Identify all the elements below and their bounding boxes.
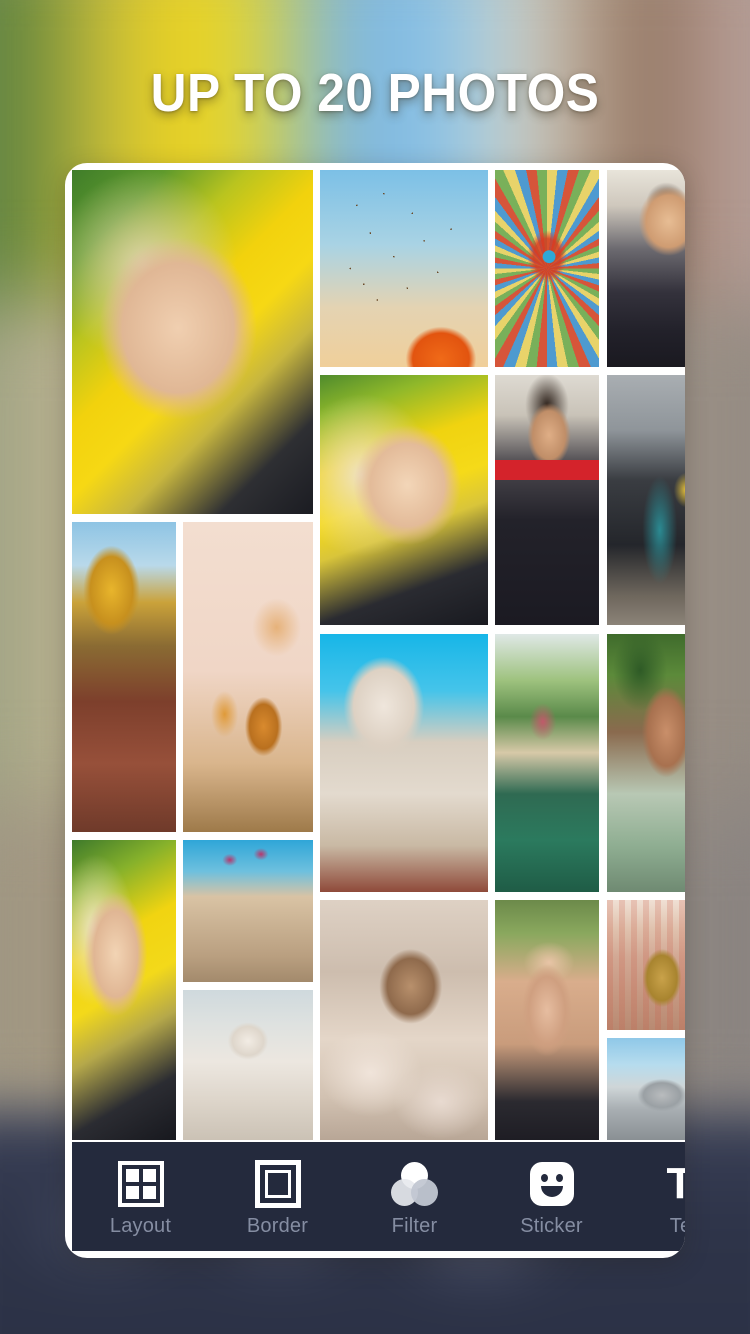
collage-photo-15[interactable]	[607, 634, 685, 892]
toolbar-label-border: Border	[246, 1215, 309, 1237]
photo-thumbnail	[183, 840, 313, 982]
photo-thumbnail	[495, 634, 599, 892]
collage-photo-10[interactable]	[72, 840, 176, 1140]
smiley-sticker-icon	[483, 1159, 620, 1209]
toolbar-label-filter: Filter	[391, 1215, 438, 1237]
border-frame-icon	[209, 1159, 346, 1209]
collage-photo-11[interactable]	[183, 840, 313, 982]
toolbar-item-filter[interactable]: Filter	[346, 1142, 483, 1238]
collage-photo-13[interactable]	[320, 634, 488, 892]
filter-circles-icon	[346, 1159, 483, 1209]
photo-thumbnail	[495, 170, 599, 367]
photo-thumbnail	[72, 522, 176, 832]
collage-photo-9[interactable]	[183, 522, 313, 832]
photo-thumbnail	[72, 840, 176, 1140]
photo-thumbnail	[607, 375, 685, 625]
collage-photo-19[interactable]	[607, 1038, 685, 1140]
collage-photo-6[interactable]	[495, 375, 599, 625]
collage-photo-2[interactable]	[320, 170, 488, 367]
photo-collage-grid[interactable]	[72, 170, 685, 1140]
photo-thumbnail	[495, 375, 599, 625]
collage-photo-7[interactable]	[607, 375, 685, 625]
photo-thumbnail	[320, 375, 488, 625]
photo-thumbnail	[495, 900, 599, 1140]
photo-thumbnail	[320, 900, 488, 1140]
layout-grid-icon	[72, 1159, 209, 1209]
photo-thumbnail	[72, 170, 313, 514]
photo-thumbnail	[607, 900, 685, 1030]
toolbar-label-sticker: Sticker	[520, 1215, 583, 1237]
collage-photo-18[interactable]	[607, 900, 685, 1030]
photo-thumbnail	[607, 1038, 685, 1140]
photo-thumbnail	[320, 170, 488, 367]
collage-photo-8[interactable]	[72, 522, 176, 832]
collage-photo-12[interactable]	[183, 990, 313, 1140]
collage-photo-4[interactable]	[607, 170, 685, 367]
photo-thumbnail	[607, 170, 685, 367]
toolbar-item-text[interactable]: TT Text	[620, 1142, 686, 1238]
collage-frame: Layout Border Filter Sticker TT	[65, 163, 685, 1258]
toolbar-item-layout[interactable]: Layout	[72, 1142, 209, 1238]
toolbar-item-sticker[interactable]: Sticker	[483, 1142, 620, 1238]
toolbar-item-border[interactable]: Border	[209, 1142, 346, 1238]
editor-toolbar[interactable]: Layout Border Filter Sticker TT	[72, 1142, 685, 1251]
collage-photo-3[interactable]	[495, 170, 599, 367]
text-tt-icon: TT	[666, 1159, 686, 1208]
photo-thumbnail	[183, 990, 313, 1140]
toolbar-label-layout: Layout	[109, 1215, 172, 1237]
photo-thumbnail	[607, 634, 685, 892]
collage-photo-16[interactable]	[320, 900, 488, 1140]
toolbar-label-text: Text	[669, 1215, 685, 1237]
photo-thumbnail	[183, 522, 313, 832]
collage-photo-5[interactable]	[320, 375, 488, 625]
page-title: UP TO 20 PHOTOS	[150, 63, 600, 123]
photo-thumbnail	[320, 634, 488, 892]
collage-photo-1[interactable]	[72, 170, 313, 514]
collage-photo-17[interactable]	[495, 900, 599, 1140]
collage-photo-14[interactable]	[495, 634, 599, 892]
